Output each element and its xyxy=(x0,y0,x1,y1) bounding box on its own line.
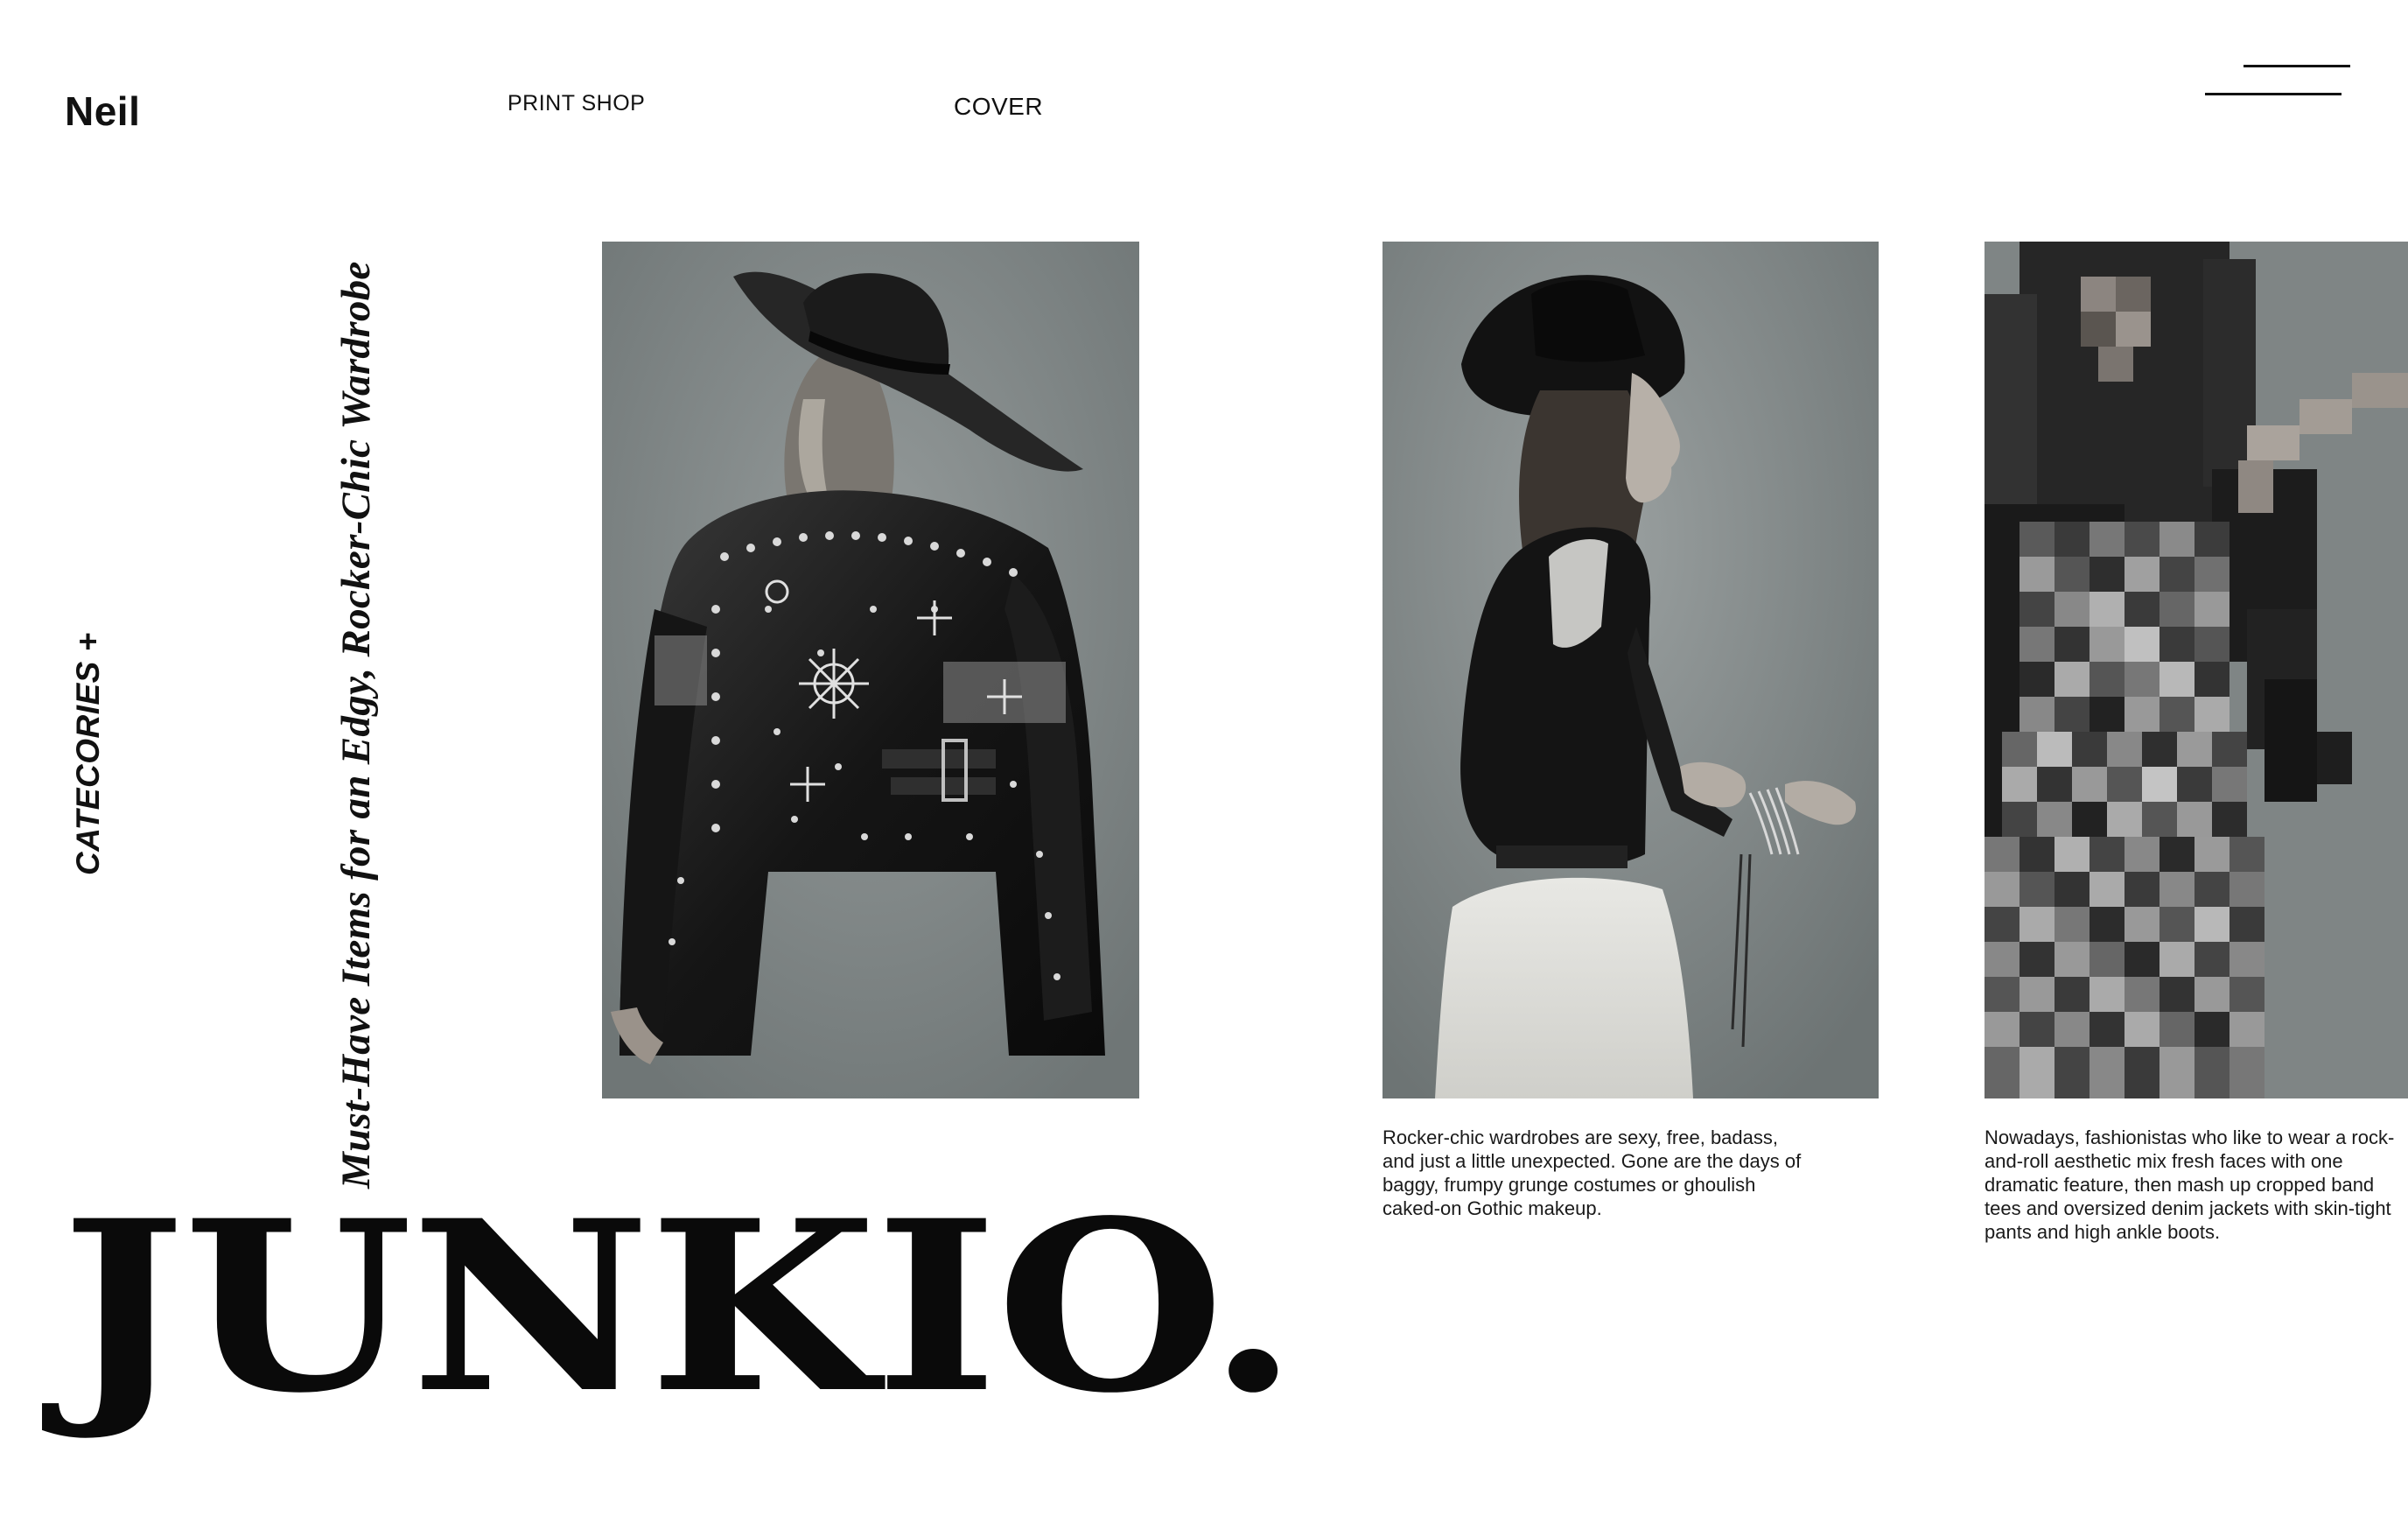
menu-line-top xyxy=(2244,65,2350,67)
article-headline: Must-Have Items for an Edgy, Rocker-Chic… xyxy=(333,261,379,1189)
photo-studded-jacket[interactable] xyxy=(602,242,1139,1098)
photo-sequin-dress-pixelated-art xyxy=(1984,242,2408,1098)
nav-cover[interactable]: COVER xyxy=(954,93,1043,121)
menu-line-bottom xyxy=(2205,93,2342,95)
photo-sequin-dress-pixelated[interactable] xyxy=(1984,242,2408,1098)
photo-caption-rocker-chic: Rocker-chic wardrobes are sexy, free, ba… xyxy=(1382,1126,1802,1219)
photo-studded-jacket-art xyxy=(602,242,1139,1098)
photo-wide-brim-hat[interactable] xyxy=(1382,242,1879,1098)
categories-toggle[interactable]: CATECORIES + xyxy=(70,632,107,875)
nav-print-shop[interactable]: PRINT SHOP xyxy=(508,91,645,116)
photo-caption-fashionistas: Nowadays, fashionistas who like to wear … xyxy=(1984,1126,2395,1243)
junkio-logo: JUNKIO. xyxy=(61,1169,1298,1445)
brand-logo[interactable]: Neil xyxy=(65,88,140,135)
photo-wide-brim-hat-art xyxy=(1382,242,1879,1098)
hamburger-menu-icon[interactable] xyxy=(2205,61,2350,100)
